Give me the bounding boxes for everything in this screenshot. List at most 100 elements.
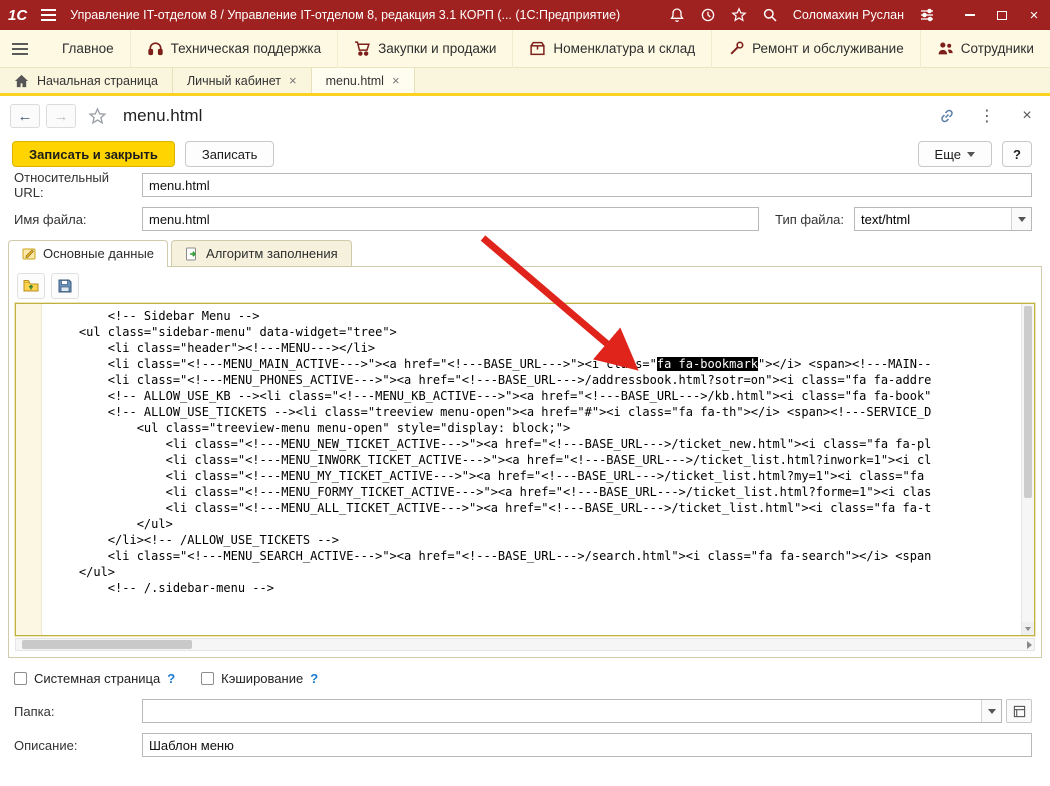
history-icon[interactable]	[700, 7, 716, 23]
code-line[interactable]: </li><!-- /ALLOW_USE_TICKETS -->	[50, 532, 1021, 548]
help-question-icon[interactable]: ?	[167, 671, 175, 686]
code-line[interactable]: <li class="<!---MENU_NEW_TICKET_ACTIVE--…	[50, 436, 1021, 452]
close-form-icon[interactable]: ×	[1018, 107, 1036, 125]
code-line[interactable]: <li class="<!---MENU_FORMY_TICKET_ACTIVE…	[50, 484, 1021, 500]
main-data-panel: <!-- Sidebar Menu --> <ul class="sidebar…	[8, 266, 1042, 658]
tab-label: Личный кабинет	[187, 74, 281, 88]
file-name-row: Имя файла: Тип файла:	[14, 206, 1032, 232]
tab-home[interactable]: Начальная страница	[0, 68, 173, 93]
checkbox-label: Системная страница	[34, 671, 160, 686]
wrench-icon	[728, 40, 745, 57]
horizontal-scrollbar-thumb[interactable]	[22, 640, 192, 649]
code-line[interactable]: <!-- /.sidebar-menu -->	[50, 580, 1021, 596]
favorites-star-icon[interactable]	[731, 7, 747, 23]
file-type-input[interactable]	[855, 208, 1011, 230]
load-from-file-button[interactable]	[17, 273, 45, 299]
sections-menu-icon[interactable]	[12, 43, 28, 55]
code-line[interactable]: </ul>	[50, 516, 1021, 532]
tab-main-data[interactable]: Основные данные	[8, 240, 168, 267]
tab-label: Начальная страница	[37, 74, 158, 88]
help-question-icon[interactable]: ?	[310, 671, 318, 686]
file-name-input[interactable]	[142, 207, 759, 231]
main-menu-icon[interactable]	[41, 9, 56, 21]
section-repair-service[interactable]: Ремонт и обслуживание	[711, 30, 920, 68]
save-and-close-button[interactable]: Записать и закрыть	[12, 141, 175, 167]
code-line[interactable]: <!-- Sidebar Menu -->	[50, 308, 1021, 324]
code-line[interactable]: <li class="<!---MENU_PHONES_ACTIVE--->">…	[50, 372, 1021, 388]
search-icon[interactable]	[762, 7, 778, 23]
section-label: Номенклатура и склад	[553, 41, 695, 56]
tab-menu-html[interactable]: menu.html ×	[312, 68, 415, 93]
folder-combo[interactable]	[142, 699, 1002, 723]
close-tab-icon[interactable]: ×	[289, 73, 297, 88]
code-line[interactable]: <li class="header"><!---MENU---></li>	[50, 340, 1021, 356]
section-tech-support[interactable]: Техническая поддержка	[130, 30, 338, 68]
code-line[interactable]: <li class="<!---MENU_INWORK_TICKET_ACTIV…	[50, 452, 1021, 468]
section-label: Техническая поддержка	[171, 41, 322, 56]
section-main[interactable]: Главное	[46, 30, 130, 68]
code-line[interactable]: <!-- ALLOW_USE_TICKETS --><li class="tre…	[50, 404, 1021, 420]
save-button[interactable]: Записать	[185, 141, 275, 167]
more-label: Еще	[935, 147, 961, 162]
service-settings-icon[interactable]	[919, 7, 935, 23]
code-editor[interactable]: <!-- Sidebar Menu --> <ul class="sidebar…	[15, 303, 1035, 636]
page-title: menu.html	[123, 106, 916, 126]
file-type-combo[interactable]	[854, 207, 1032, 231]
more-actions-button[interactable]: Еще	[918, 141, 992, 167]
folder-input[interactable]	[143, 700, 981, 722]
forward-button[interactable]: →	[46, 104, 76, 128]
section-employees[interactable]: Сотрудники	[920, 30, 1050, 68]
show-all-button[interactable]	[1006, 699, 1032, 723]
current-user-name[interactable]: Соломахин Руслан	[793, 8, 904, 22]
code-text[interactable]: <!-- Sidebar Menu --> <ul class="sidebar…	[42, 304, 1021, 635]
minimize-button[interactable]	[954, 0, 986, 30]
code-line[interactable]: <li class="<!---MENU_MAIN_ACTIVE--->"><a…	[50, 356, 1021, 372]
close-window-button[interactable]: ×	[1018, 0, 1050, 30]
relative-url-input[interactable]	[142, 173, 1032, 197]
scroll-down-arrow[interactable]	[1022, 622, 1034, 635]
save-to-file-button[interactable]	[51, 273, 79, 299]
more-menu-dots-icon[interactable]: ⋮	[978, 107, 996, 125]
add-to-favorites-star-icon[interactable]	[88, 107, 107, 126]
tab-label: Алгоритм заполнения	[206, 246, 338, 261]
section-nomenclature-warehouse[interactable]: Номенклатура и склад	[512, 30, 711, 68]
code-line[interactable]: </ul>	[50, 564, 1021, 580]
description-input[interactable]	[142, 733, 1032, 757]
relative-url-label: Относительный URL:	[14, 170, 142, 200]
section-purchases-sales[interactable]: Закупки и продажи	[337, 30, 512, 68]
notifications-bell-icon[interactable]	[669, 7, 685, 23]
file-type-dropdown-button[interactable]	[1011, 208, 1031, 230]
fill-algorithm-tab-icon	[185, 247, 199, 261]
checkbox-icon[interactable]	[201, 672, 214, 685]
folder-dropdown-button[interactable]	[981, 700, 1001, 722]
code-line[interactable]: <!-- ALLOW_USE_KB --><li class="<!---MEN…	[50, 388, 1021, 404]
close-tab-icon[interactable]: ×	[392, 73, 400, 88]
code-line[interactable]: <ul class="treeview-menu menu-open" styl…	[50, 420, 1021, 436]
tab-personal-cabinet[interactable]: Личный кабинет ×	[173, 68, 312, 93]
system-page-checkbox[interactable]: Системная страница ?	[14, 671, 175, 686]
code-line[interactable]: <li class="<!---MENU_ALL_TICKET_ACTIVE--…	[50, 500, 1021, 516]
back-button[interactable]: ←	[10, 104, 40, 128]
tab-fill-algorithm[interactable]: Алгоритм заполнения	[171, 240, 352, 266]
vertical-scrollbar-thumb[interactable]	[1024, 306, 1032, 498]
open-windows-tabbar: Начальная страница Личный кабинет × menu…	[0, 68, 1050, 96]
people-icon	[937, 40, 954, 57]
code-line[interactable]: <li class="<!---MENU_SEARCH_ACTIVE--->">…	[50, 548, 1021, 564]
vertical-scrollbar[interactable]	[1021, 304, 1034, 635]
scroll-right-arrow[interactable]	[1027, 639, 1032, 650]
file-type-label: Тип файла:	[775, 212, 844, 227]
help-button[interactable]: ?	[1002, 141, 1032, 167]
code-line[interactable]: <ul class="sidebar-menu" data-widget="tr…	[50, 324, 1021, 340]
selected-text[interactable]: fa fa-bookmark	[657, 357, 758, 371]
window-titlebar: 1С Управление IT-отделом 8 / Управление …	[0, 0, 1050, 30]
maximize-button[interactable]	[986, 0, 1018, 30]
form-area: ← → menu.html ⋮ × Записать и закрыть Зап…	[0, 96, 1050, 758]
checkbox-icon[interactable]	[14, 672, 27, 685]
get-link-icon[interactable]	[938, 107, 956, 125]
home-icon	[14, 74, 29, 88]
horizontal-scrollbar[interactable]	[15, 638, 1035, 651]
tab-label: menu.html	[326, 74, 384, 88]
caching-checkbox[interactable]: Кэширование ?	[201, 671, 318, 686]
section-label: Сотрудники	[961, 41, 1034, 56]
code-line[interactable]: <li class="<!---MENU_MY_TICKET_ACTIVE---…	[50, 468, 1021, 484]
